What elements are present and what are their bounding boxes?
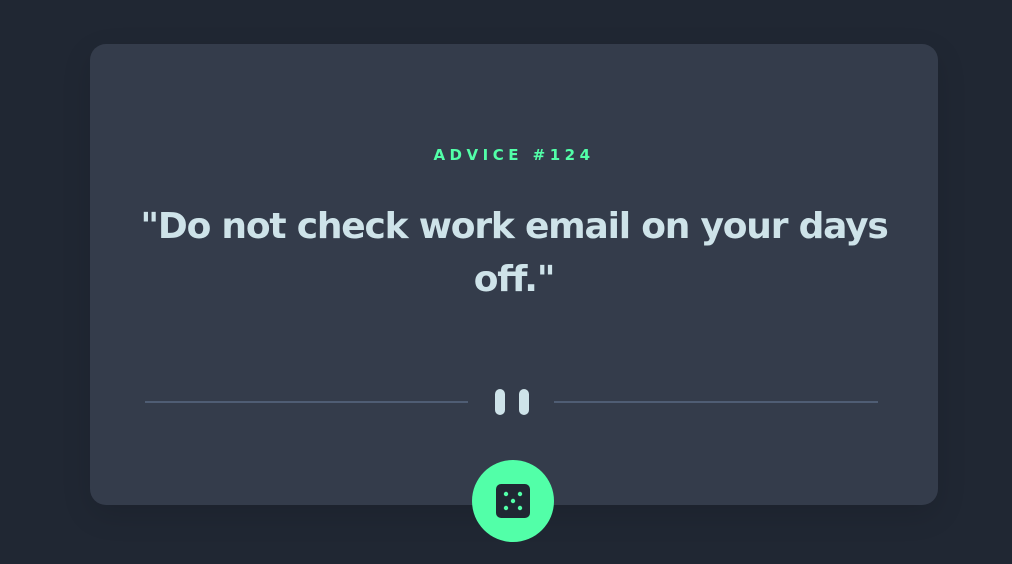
divider-line-left [145, 401, 468, 403]
pause-bar-left [495, 389, 505, 415]
dice-icon [496, 484, 530, 518]
pause-bar-right [519, 389, 529, 415]
advice-card: ADVICE #124 "Do not check work email on … [90, 44, 938, 505]
pause-icon [495, 389, 529, 415]
advice-quote: "Do not check work email on your days of… [140, 206, 889, 300]
advice-id-label: ADVICE #124 [433, 146, 595, 164]
divider-line-right [554, 401, 878, 403]
new-advice-button[interactable] [472, 460, 554, 542]
